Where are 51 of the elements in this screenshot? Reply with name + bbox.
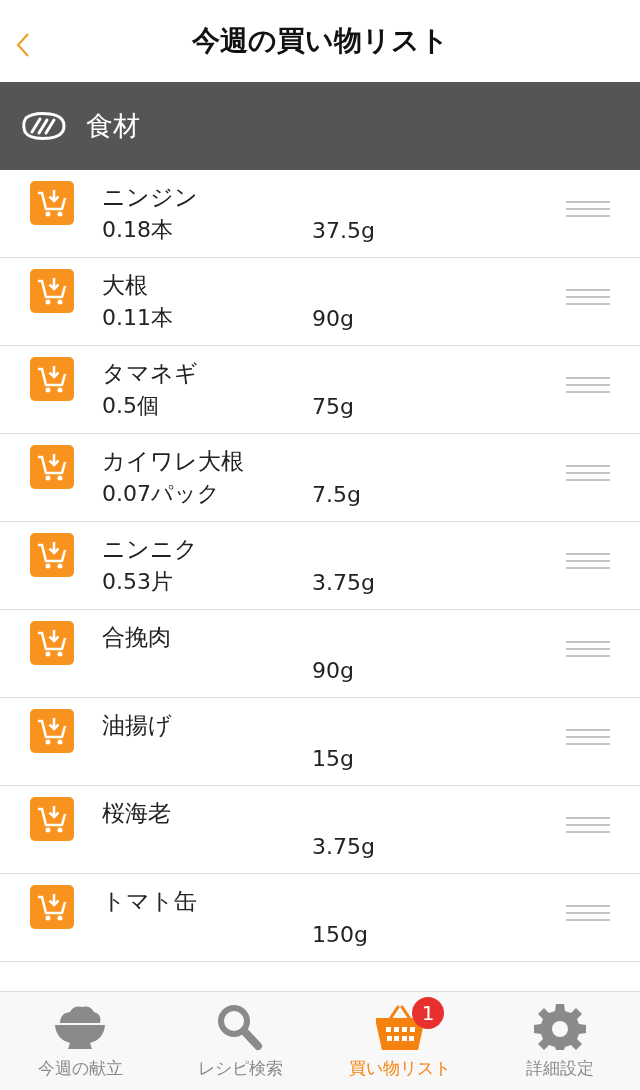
item-weight: 7.5g <box>312 481 361 507</box>
item-name: ニンニク <box>102 535 198 564</box>
tab[interactable]: レシピ検索 <box>160 992 320 1090</box>
item-weight: 3.75g <box>312 569 375 595</box>
item-name: 桜海老 <box>102 799 171 828</box>
item-quantity: 0.5個 <box>102 392 160 420</box>
drag-handle-icon[interactable] <box>566 199 610 218</box>
drag-handle-icon[interactable] <box>566 375 610 394</box>
item-quantity: 0.53片 <box>102 568 174 596</box>
drag-handle-icon[interactable] <box>566 463 610 482</box>
add-to-cart-icon[interactable] <box>30 356 74 401</box>
item-weight: 37.5g <box>312 217 375 243</box>
drag-handle-icon[interactable] <box>566 815 610 834</box>
drag-handle-icon[interactable] <box>566 727 610 746</box>
item-quantity: 0.18本 <box>102 216 174 244</box>
item-weight: 150g <box>312 921 368 947</box>
drag-handle-icon[interactable] <box>566 551 610 570</box>
add-to-cart-icon[interactable] <box>30 708 74 753</box>
tab[interactable]: 1 買い物リスト <box>320 992 480 1090</box>
add-to-cart-icon[interactable] <box>30 884 74 929</box>
drag-handle-icon[interactable] <box>566 903 610 922</box>
screen-title: 今週の買い物リスト <box>191 23 449 59</box>
section-title: 食材 <box>86 109 140 143</box>
back-icon[interactable] <box>16 32 30 58</box>
item-quantity: 0.11本 <box>102 304 174 332</box>
add-to-cart-icon[interactable] <box>30 444 74 489</box>
item-weight: 75g <box>312 393 354 419</box>
settings-icon <box>532 1002 588 1051</box>
item-weight: 90g <box>312 657 354 683</box>
tab[interactable]: 今週の献立 <box>0 992 160 1090</box>
item-name: 油揚げ <box>102 711 172 740</box>
notification-badge: 1 <box>412 996 444 1029</box>
add-to-cart-icon[interactable] <box>30 180 74 225</box>
item-name: 合挽肉 <box>102 623 171 652</box>
item-name: カイワレ大根 <box>102 447 244 476</box>
tab[interactable]: 詳細設定 <box>480 992 640 1090</box>
drag-handle-icon[interactable] <box>566 287 610 306</box>
drag-handle-icon[interactable] <box>566 639 610 658</box>
add-to-cart-icon[interactable] <box>30 796 74 841</box>
add-to-cart-icon[interactable] <box>30 532 74 577</box>
item-name: 大根 <box>102 271 148 300</box>
add-to-cart-icon[interactable] <box>30 268 74 313</box>
item-name: トマト缶 <box>102 887 197 916</box>
item-name: タマネギ <box>102 359 198 388</box>
meat-icon <box>20 110 68 142</box>
item-weight: 15g <box>312 745 354 771</box>
add-to-cart-icon[interactable] <box>30 620 74 665</box>
item-name: ニンジン <box>102 183 198 212</box>
item-weight: 3.75g <box>312 833 375 859</box>
item-quantity: 0.07パック <box>102 480 221 508</box>
item-weight: 90g <box>312 305 354 331</box>
